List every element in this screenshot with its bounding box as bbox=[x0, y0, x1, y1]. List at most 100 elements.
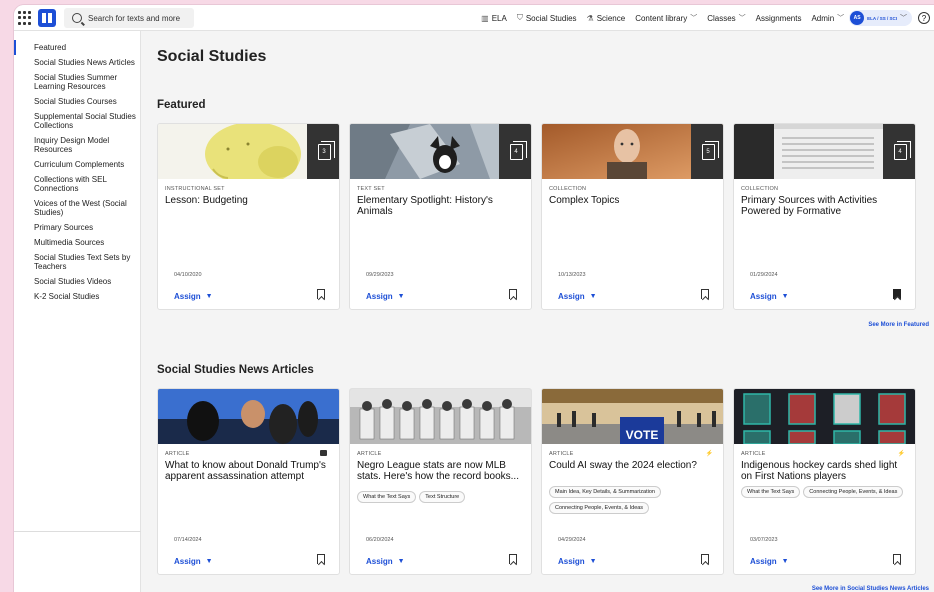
card-thumbnail: 4 bbox=[734, 124, 915, 179]
card-title[interactable]: Could AI sway the 2024 election? bbox=[549, 460, 714, 471]
sidebar-item-supplemental-collections[interactable]: Supplemental Social Studies Collections bbox=[14, 109, 140, 133]
bookmark-icon[interactable] bbox=[317, 289, 325, 299]
svg-text:VOTE: VOTE bbox=[626, 428, 659, 442]
see-more-featured-link[interactable]: See More in Featured bbox=[868, 322, 929, 328]
card-date: 04/10/2020 bbox=[174, 272, 202, 278]
sidebar-item-inquiry-design[interactable]: Inquiry Design Model Resources bbox=[14, 133, 140, 157]
sidebar-item-news-articles[interactable]: Social Studies News Articles bbox=[14, 55, 140, 70]
featured-card[interactable]: 4 COLLECTION Primary Sources with Activi… bbox=[733, 123, 916, 310]
help-icon[interactable]: ? bbox=[918, 12, 930, 24]
item-count-badge: 3 bbox=[307, 124, 339, 179]
assign-button[interactable]: Assign ▼ bbox=[174, 557, 213, 566]
hockey-cards-image bbox=[734, 389, 915, 444]
card-title[interactable]: Elementary Spotlight: History's Animals bbox=[357, 195, 522, 217]
caret-down-icon: ▼ bbox=[781, 293, 789, 300]
card-thumbnail bbox=[158, 389, 339, 444]
card-type: ARTICLE bbox=[357, 451, 382, 457]
assign-button[interactable]: Assign ▼ bbox=[366, 292, 405, 301]
card-title[interactable]: Complex Topics bbox=[549, 195, 714, 206]
assign-button[interactable]: Assign ▼ bbox=[750, 292, 789, 301]
skill-tag[interactable]: Connecting People, Events, & Ideas bbox=[549, 502, 650, 514]
caret-down-icon: ▼ bbox=[397, 293, 405, 300]
featured-card[interactable]: 3 INSTRUCTIONAL SET Lesson: Budgeting 04… bbox=[157, 123, 340, 310]
assign-button[interactable]: Assign ▼ bbox=[558, 292, 597, 301]
avatar: AS bbox=[850, 11, 865, 25]
sidebar-item-featured[interactable]: Featured bbox=[14, 40, 140, 55]
caret-down-icon: ▼ bbox=[205, 293, 213, 300]
skill-tags: What the Text Says Text Structure bbox=[357, 491, 529, 503]
top-nav: ▥ ELA ⛉ Social Studies ⚗ Science Content… bbox=[476, 5, 934, 31]
card-title[interactable]: Lesson: Budgeting bbox=[165, 195, 330, 206]
skill-tag[interactable]: What the Text Says bbox=[357, 491, 417, 503]
sidebar-item-k2[interactable]: K-2 Social Studies bbox=[14, 289, 140, 304]
lightning-icon: ⚡ bbox=[897, 451, 905, 457]
assign-label: Assign bbox=[366, 292, 393, 301]
chevron-down-icon: ﹀ bbox=[837, 15, 845, 22]
vote-sign-image: VOTE bbox=[542, 389, 723, 444]
assign-label: Assign bbox=[366, 557, 393, 566]
sidebar-item-videos[interactable]: Social Studies Videos bbox=[14, 274, 140, 289]
apps-grid-icon[interactable] bbox=[18, 11, 32, 25]
sidebar-item-multimedia-sources[interactable]: Multimedia Sources bbox=[14, 235, 140, 250]
assign-label: Assign bbox=[174, 557, 201, 566]
card-title[interactable]: Primary Sources with Activities Powered … bbox=[741, 195, 906, 217]
news-card[interactable]: ARTICLE What to know about Donald Trump'… bbox=[157, 388, 340, 575]
sidebar-item-teacher-text-sets[interactable]: Social Studies Text Sets by Teachers bbox=[14, 250, 140, 274]
sidebar-item-sel-collections[interactable]: Collections with SEL Connections bbox=[14, 172, 140, 196]
item-count-badge: 4 bbox=[499, 124, 531, 179]
sidebar-item-curriculum-complements[interactable]: Curriculum Complements bbox=[14, 157, 140, 172]
card-type: TEXT SET bbox=[357, 186, 385, 192]
nav-assignments[interactable]: Assignments bbox=[751, 14, 807, 23]
card-title[interactable]: Indigenous hockey cards shed light on Fi… bbox=[741, 460, 906, 482]
sidebar-item-primary-sources[interactable]: Primary Sources bbox=[14, 220, 140, 235]
card-date: 09/29/2023 bbox=[366, 272, 394, 278]
news-card[interactable]: ARTICLE Negro League stats are now MLB s… bbox=[349, 388, 532, 575]
assign-button[interactable]: Assign ▼ bbox=[366, 557, 405, 566]
bookmark-icon[interactable] bbox=[701, 289, 709, 299]
nav-assignments-label: Assignments bbox=[755, 13, 802, 23]
nav-ela[interactable]: ▥ ELA bbox=[476, 14, 512, 23]
search-input[interactable]: Search for texts and more bbox=[64, 8, 194, 28]
sidebar-item-courses[interactable]: Social Studies Courses bbox=[14, 94, 140, 109]
bookmark-icon[interactable] bbox=[509, 554, 517, 564]
page-title: Social Studies bbox=[157, 48, 267, 65]
nav-content-library[interactable]: Content library ﹀ bbox=[630, 13, 702, 23]
bookmark-icon[interactable] bbox=[701, 554, 709, 564]
sidebar-item-voices-west[interactable]: Voices of the West (Social Studies) bbox=[14, 196, 140, 220]
card-title[interactable]: What to know about Donald Trump's appare… bbox=[165, 460, 330, 482]
nav-classes[interactable]: Classes ﹀ bbox=[702, 13, 750, 23]
item-count-badge: 4 bbox=[883, 124, 915, 179]
nav-science-label: Science bbox=[596, 13, 626, 23]
card-title[interactable]: Negro League stats are now MLB stats. He… bbox=[357, 460, 522, 482]
card-type: ARTICLE bbox=[741, 451, 766, 457]
user-menu[interactable]: AS ELA / SS / SCI ﹀ bbox=[849, 10, 912, 26]
search-placeholder: Search for texts and more bbox=[88, 13, 181, 23]
skill-tag[interactable]: Main Idea, Key Details, & Summarization bbox=[549, 486, 661, 498]
see-more-news-link[interactable]: See More in Social Studies News Articles bbox=[812, 586, 929, 592]
skill-tag[interactable]: Text Structure bbox=[419, 491, 466, 503]
card-date: 10/13/2023 bbox=[558, 272, 586, 278]
nav-social-studies[interactable]: ⛉ Social Studies bbox=[512, 13, 582, 23]
news-card[interactable]: VOTE ARTICLE ⚡ Could AI sway the 2024 el… bbox=[541, 388, 724, 575]
brand-logo[interactable] bbox=[38, 9, 56, 27]
item-count: 4 bbox=[509, 140, 527, 160]
nav-content-library-label: Content library bbox=[635, 13, 688, 23]
assign-button[interactable]: Assign ▼ bbox=[174, 292, 213, 301]
bookmark-icon[interactable] bbox=[509, 289, 517, 299]
skill-tag[interactable]: Connecting People, Events, & Ideas bbox=[803, 486, 904, 498]
assign-button[interactable]: Assign ▼ bbox=[750, 557, 789, 566]
featured-card[interactable]: 5 COLLECTION Complex Topics 10/13/2023 A… bbox=[541, 123, 724, 310]
news-card[interactable]: ARTICLE ⚡ Indigenous hockey cards shed l… bbox=[733, 388, 916, 575]
nav-admin[interactable]: Admin ﹀ bbox=[806, 13, 849, 23]
featured-card[interactable]: 4 TEXT SET Elementary Spotlight: History… bbox=[349, 123, 532, 310]
skill-tag[interactable]: What the Text Says bbox=[741, 486, 801, 498]
bookmark-icon[interactable] bbox=[317, 554, 325, 564]
nav-classes-label: Classes bbox=[707, 13, 736, 23]
caret-down-icon: ▼ bbox=[589, 558, 597, 565]
nav-science[interactable]: ⚗ Science bbox=[582, 14, 631, 23]
sidebar-item-summer-learning[interactable]: Social Studies Summer Learning Resources bbox=[14, 70, 140, 94]
bookmark-filled-icon[interactable] bbox=[893, 289, 901, 299]
assign-button[interactable]: Assign ▼ bbox=[558, 557, 597, 566]
app-window: Search for texts and more ▥ ELA ⛉ Social… bbox=[14, 5, 934, 592]
bookmark-icon[interactable] bbox=[893, 554, 901, 564]
